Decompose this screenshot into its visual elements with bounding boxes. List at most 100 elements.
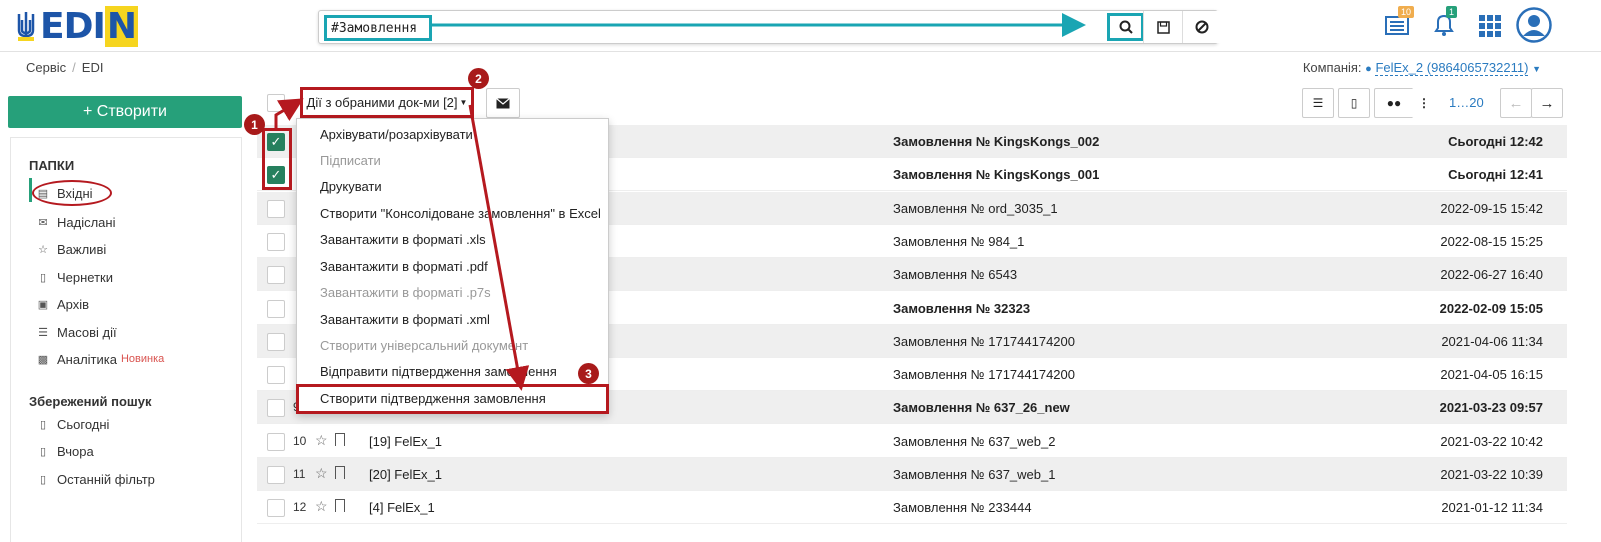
saved-item-last-filter[interactable]: ▯ Останній фільтр (37, 468, 155, 490)
saved-item-yesterday[interactable]: ▯ Вчора (37, 440, 94, 462)
star-icon[interactable]: ☆ (315, 498, 328, 515)
row-document[interactable]: Замовлення № 6543 (893, 267, 1017, 282)
news-button[interactable]: 10 (1384, 6, 1415, 38)
row-document[interactable]: Замовлення № KingsKongs_001 (893, 167, 1099, 182)
new-badge: Новинка (120, 353, 165, 365)
star-icon[interactable]: ☆ (315, 432, 328, 449)
row-document[interactable]: Замовлення № 637_26_new (893, 400, 1070, 415)
more-button[interactable]: ⋮ (1412, 88, 1436, 118)
row-checkbox[interactable] (267, 366, 285, 385)
row-checkbox[interactable] (267, 299, 285, 318)
dropdown-item[interactable]: Завантажити в форматі .pdf (320, 259, 488, 274)
saved-item-label: Вчора (57, 443, 94, 459)
breadcrumb-item[interactable]: Сервіс (26, 60, 66, 75)
select-all-checkbox[interactable] (267, 94, 285, 112)
company-label: Компанія: (1302, 60, 1362, 75)
row-sender: [4] FelEx_1 (369, 500, 435, 516)
sidebar-item-label: Важливі (57, 241, 107, 257)
row-checkbox[interactable] (267, 399, 285, 418)
bookmark-icon[interactable] (335, 466, 345, 479)
user-avatar[interactable] (1516, 7, 1552, 43)
step-marker: 3 (578, 363, 599, 384)
caret-down-icon: ▼ (459, 98, 468, 107)
search-button[interactable] (1107, 13, 1144, 41)
table-row[interactable]: 11 ☆ [20] FelEx_1 Замовлення № 637_web_1 202… (257, 458, 1567, 491)
company-selector: Компанія: ● FelEx_2 (9864065732211) ▼ (1302, 60, 1541, 76)
dropdown-item[interactable]: Завантажити в форматі .xml (320, 312, 490, 327)
row-document[interactable]: Замовлення № KingsKongs_002 (893, 134, 1099, 149)
table-row[interactable]: 10 ☆ [19] FelEx_1 Замовлення № 637_web_2 202… (257, 425, 1567, 458)
send-mail-button[interactable] (486, 88, 520, 118)
row-date: 2022-08-15 15:25 (1440, 233, 1543, 249)
dropdown-item[interactable]: Архівувати/розархівувати (320, 127, 473, 142)
notifications-button[interactable]: 1 (1432, 6, 1460, 38)
next-page-button[interactable]: → (1531, 88, 1563, 118)
envelope-icon: ✉ (38, 216, 48, 229)
dropdown-item[interactable]: Завантажити в форматі .xls (320, 232, 486, 247)
chart-icon: ▩ (37, 353, 49, 366)
file-icon: ▯ (39, 271, 47, 284)
sidebar-item-archive[interactable]: ▣ Архів (37, 293, 89, 315)
sidebar-item-label: Архів (57, 296, 90, 312)
user-small-icon: ● (1365, 63, 1372, 75)
create-button[interactable]: + Створити (8, 96, 242, 128)
archive-icon: ▣ (37, 298, 49, 311)
saved-item-today[interactable]: ▯ Сьогодні (37, 413, 109, 435)
row-checkbox[interactable] (267, 266, 285, 285)
row-document[interactable]: Замовлення № 233444 (893, 500, 1032, 515)
sidebar-item-important[interactable]: ☆ Важливі (37, 238, 106, 260)
row-document[interactable]: Замовлення № 171744174200 (893, 367, 1075, 382)
edin-logo[interactable]: EDIN (16, 5, 139, 47)
dropdown-item[interactable]: Створити підтвердження замовлення (320, 391, 546, 406)
row-document[interactable]: Замовлення № 32323 (893, 301, 1030, 316)
file-icon: ▯ (39, 473, 47, 486)
clear-search-button[interactable] (1182, 11, 1221, 43)
step-marker: 2 (468, 68, 489, 89)
file-icon: ▯ (39, 418, 47, 431)
apps-button[interactable] (1478, 14, 1502, 38)
doc-view-button[interactable]: ▯ (1338, 88, 1370, 118)
row-checkbox[interactable] (267, 499, 285, 518)
row-document[interactable]: Замовлення № 984_1 (893, 234, 1024, 249)
users-button[interactable]: ●● (1374, 88, 1414, 118)
row-checkbox[interactable] (267, 332, 285, 351)
user-icon (1516, 7, 1552, 43)
row-date: Сьогодні 12:41 (1448, 167, 1543, 183)
saved-search-title: Збережений пошук (29, 394, 152, 409)
table-row[interactable]: 12 ☆ [4] FelEx_1 Замовлення № 233444 2021-01… (257, 491, 1567, 525)
dropdown-item[interactable]: Відправити підтвердження замовлення (320, 364, 557, 379)
row-checkbox[interactable] (267, 199, 285, 218)
row-checkbox[interactable] (267, 432, 285, 451)
dropdown-item[interactable]: Створити "Консолідоване замовлення" в Ex… (320, 206, 601, 221)
company-value[interactable]: FelEx_2 (9864065732211) (1375, 60, 1529, 76)
list-icon: ☰ (38, 326, 48, 339)
prev-page-button[interactable]: ← (1500, 88, 1532, 118)
dropdown-item[interactable]: Друкувати (320, 179, 382, 194)
sidebar-item-analytics[interactable]: ▩ Аналітика Новинка (37, 348, 164, 370)
row-checkbox[interactable] (267, 466, 285, 484)
row-date: 2022-09-15 15:42 (1440, 200, 1543, 216)
row-date: 2022-02-09 15:05 (1439, 300, 1543, 316)
search-input[interactable] (324, 15, 432, 41)
row-document[interactable]: Замовлення № 637_web_1 (893, 467, 1055, 482)
pager-range[interactable]: 1…20 (1449, 95, 1484, 110)
row-document[interactable]: Замовлення № 171744174200 (893, 334, 1075, 349)
save-search-button[interactable] (1143, 11, 1182, 43)
row-document[interactable]: Замовлення № ord_3035_1 (893, 201, 1058, 216)
caret-down-icon[interactable]: ▼ (1532, 64, 1541, 74)
sidebar-item-drafts[interactable]: ▯ Чернетки (37, 266, 113, 288)
sidebar-item-label: Аналітика (57, 351, 117, 367)
row-date: 2021-03-22 10:42 (1440, 433, 1543, 449)
star-icon[interactable]: ☆ (315, 465, 328, 482)
breadcrumb-item[interactable]: EDI (82, 60, 104, 75)
sidebar-item-bulk[interactable]: ☰ Масові дії (37, 321, 117, 343)
list-view-button[interactable]: ☰ (1302, 88, 1334, 118)
row-document[interactable]: Замовлення № 637_web_2 (893, 434, 1055, 449)
sidebar-item-sent[interactable]: ✉ Надіслані (37, 211, 115, 233)
bookmark-icon[interactable] (335, 499, 345, 513)
bulk-actions-dropdown: Архівувати/розархівувати Підписати Друкува… (296, 118, 609, 414)
bookmark-icon[interactable] (335, 432, 345, 446)
row-date: 2021-04-06 11:34 (1441, 333, 1543, 349)
row-checkbox[interactable] (267, 232, 285, 251)
bulk-actions-button[interactable]: Дії з обраними док-ми [2] ▼ (300, 87, 474, 118)
